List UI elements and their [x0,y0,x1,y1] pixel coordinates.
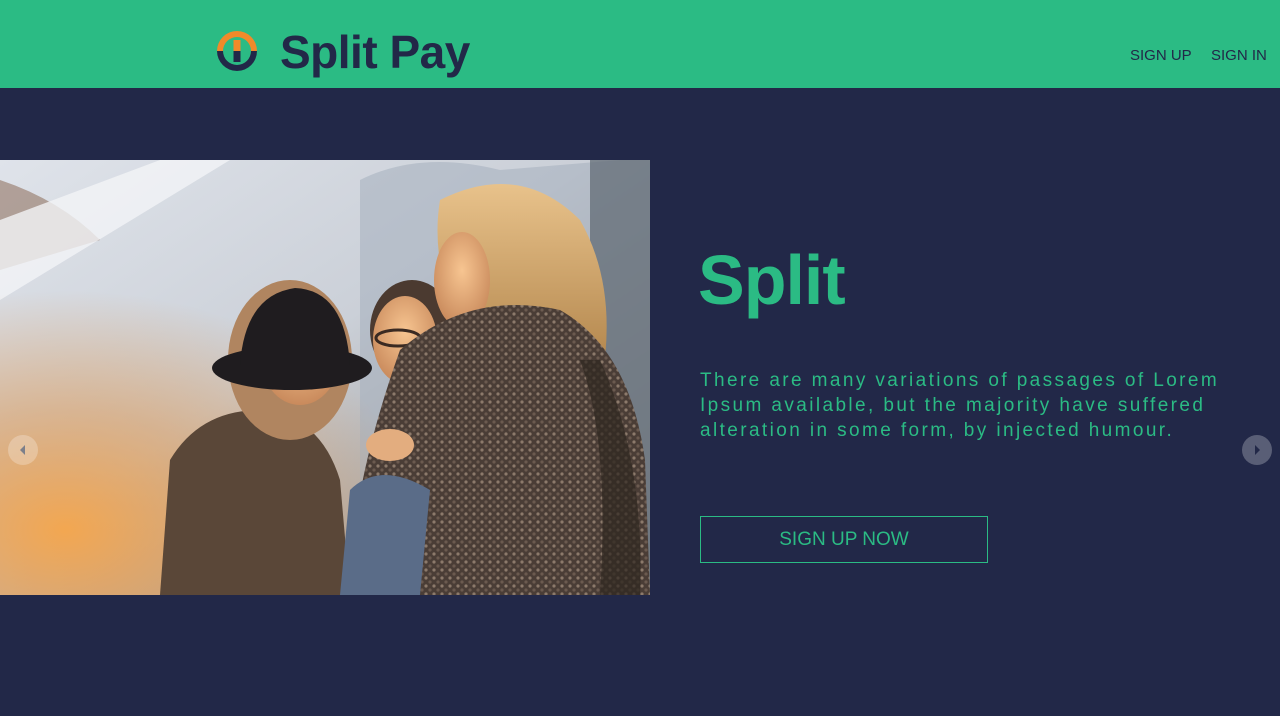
hero-description: There are many variations of passages of… [700,370,1220,441]
brand-name[interactable]: Split Pay [280,24,470,80]
hero-headline: Split [698,241,846,319]
nav-sign-up-link[interactable]: SIGN UP [1130,47,1192,65]
carousel-prev-button[interactable] [8,435,38,465]
nav-sign-in-link[interactable]: SIGN IN [1211,47,1267,65]
chevron-right-icon [1255,445,1260,455]
top-navbar: Split Pay SIGN UP SIGN IN [0,0,1280,88]
hero-photo [0,160,650,595]
chevron-left-icon [20,445,25,455]
sign-up-now-button[interactable]: SIGN UP NOW [700,516,988,563]
carousel-next-button[interactable] [1242,435,1272,465]
split-pay-logo-icon[interactable] [216,30,258,72]
